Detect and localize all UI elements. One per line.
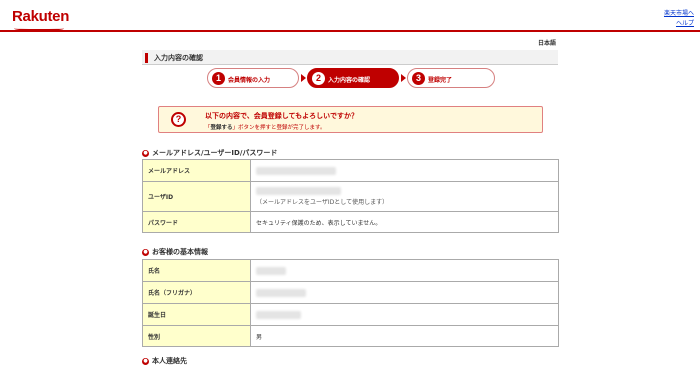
- redacted-value: [256, 310, 301, 319]
- account-table: メールアドレス ユーザID （メールアドレスをユーザIDとして使用します） パス…: [142, 159, 559, 233]
- logo-smile: [14, 26, 64, 31]
- basic-info-table: 氏名 氏名（フリガナ） 誕生日 性別 男: [142, 259, 559, 347]
- title-accent-bar: [145, 53, 148, 63]
- bullet-icon: ●: [142, 248, 149, 256]
- row-label: メールアドレス: [142, 159, 251, 182]
- birthday-value: [250, 303, 559, 326]
- row-label: 氏名: [142, 259, 251, 282]
- section-heading-account: ● メールアドレス/ユーザーID/パスワード: [142, 149, 278, 157]
- gender-value: 男: [250, 325, 559, 347]
- redacted-value: [256, 288, 306, 297]
- step-3: 3 登録完了: [407, 68, 495, 88]
- password-value: セキュリティ保護のため、表示していません。: [250, 211, 559, 233]
- table-row: 氏名（フリガナ）: [142, 281, 559, 304]
- userid-note: （メールアドレスをユーザIDとして使用します）: [256, 199, 389, 206]
- table-row: ユーザID （メールアドレスをユーザIDとして使用します）: [142, 181, 559, 212]
- name-value: [250, 259, 559, 282]
- confirm-question: 以下の内容で、会員登録してもよろしいですか？: [205, 112, 358, 120]
- section-heading-contact: ● 本人連絡先: [142, 357, 187, 365]
- site-header: Rakuten 楽天市場へ ヘルプ: [0, 0, 700, 32]
- section-heading-basic: ● お客様の基本情報: [142, 248, 208, 256]
- step-number: 1: [212, 72, 225, 85]
- step-arrow-icon: [401, 74, 406, 82]
- step-label: 入力内容の確認: [328, 77, 371, 84]
- table-row: パスワード セキュリティ保護のため、表示していません。: [142, 211, 559, 233]
- redacted-value: [256, 266, 286, 275]
- name-kana-value: [250, 281, 559, 304]
- step-number: 3: [412, 72, 425, 85]
- page-title: 入力内容の確認: [154, 54, 203, 62]
- step-number: 2: [312, 72, 325, 85]
- help-link[interactable]: ヘルプ: [676, 18, 694, 27]
- confirm-message-box: ? 以下の内容で、会員登録してもよろしいですか？ 「登録する」ボタンを押すと登録…: [158, 106, 543, 133]
- table-row: 氏名: [142, 259, 559, 282]
- confirm-instruction: 「登録する」ボタンを押すと登録が完了します。: [205, 125, 326, 131]
- step-1: 1 会員情報の入力: [207, 68, 299, 88]
- step-label: 登録完了: [428, 77, 453, 84]
- step-2-current: 2 入力内容の確認: [307, 68, 399, 88]
- table-row: 性別 男: [142, 325, 559, 347]
- email-value: [250, 159, 559, 182]
- table-row: メールアドレス: [142, 159, 559, 182]
- row-label: パスワード: [142, 211, 251, 233]
- progress-steps: 1 会員情報の入力 2 入力内容の確認 3 登録完了: [207, 68, 497, 88]
- userid-value: （メールアドレスをユーザIDとして使用します）: [250, 181, 559, 212]
- table-row: 誕生日: [142, 303, 559, 326]
- bullet-icon: ●: [142, 357, 149, 365]
- row-label: ユーザID: [142, 181, 251, 212]
- rakuten-ichiba-link[interactable]: 楽天市場へ: [664, 8, 694, 17]
- redacted-value: [256, 166, 336, 175]
- bullet-icon: ●: [142, 149, 149, 157]
- redacted-value: [256, 187, 341, 195]
- question-icon: ?: [171, 112, 186, 127]
- row-label: 誕生日: [142, 303, 251, 326]
- language-label: 日本語: [538, 40, 557, 47]
- step-arrow-icon: [301, 74, 306, 82]
- step-label: 会員情報の入力: [228, 77, 271, 84]
- rakuten-logo[interactable]: Rakuten: [12, 8, 69, 25]
- row-label: 氏名（フリガナ）: [142, 281, 251, 304]
- register-button-name: 登録する: [210, 125, 233, 131]
- row-label: 性別: [142, 325, 251, 347]
- page-title-bar: 入力内容の確認: [142, 50, 558, 65]
